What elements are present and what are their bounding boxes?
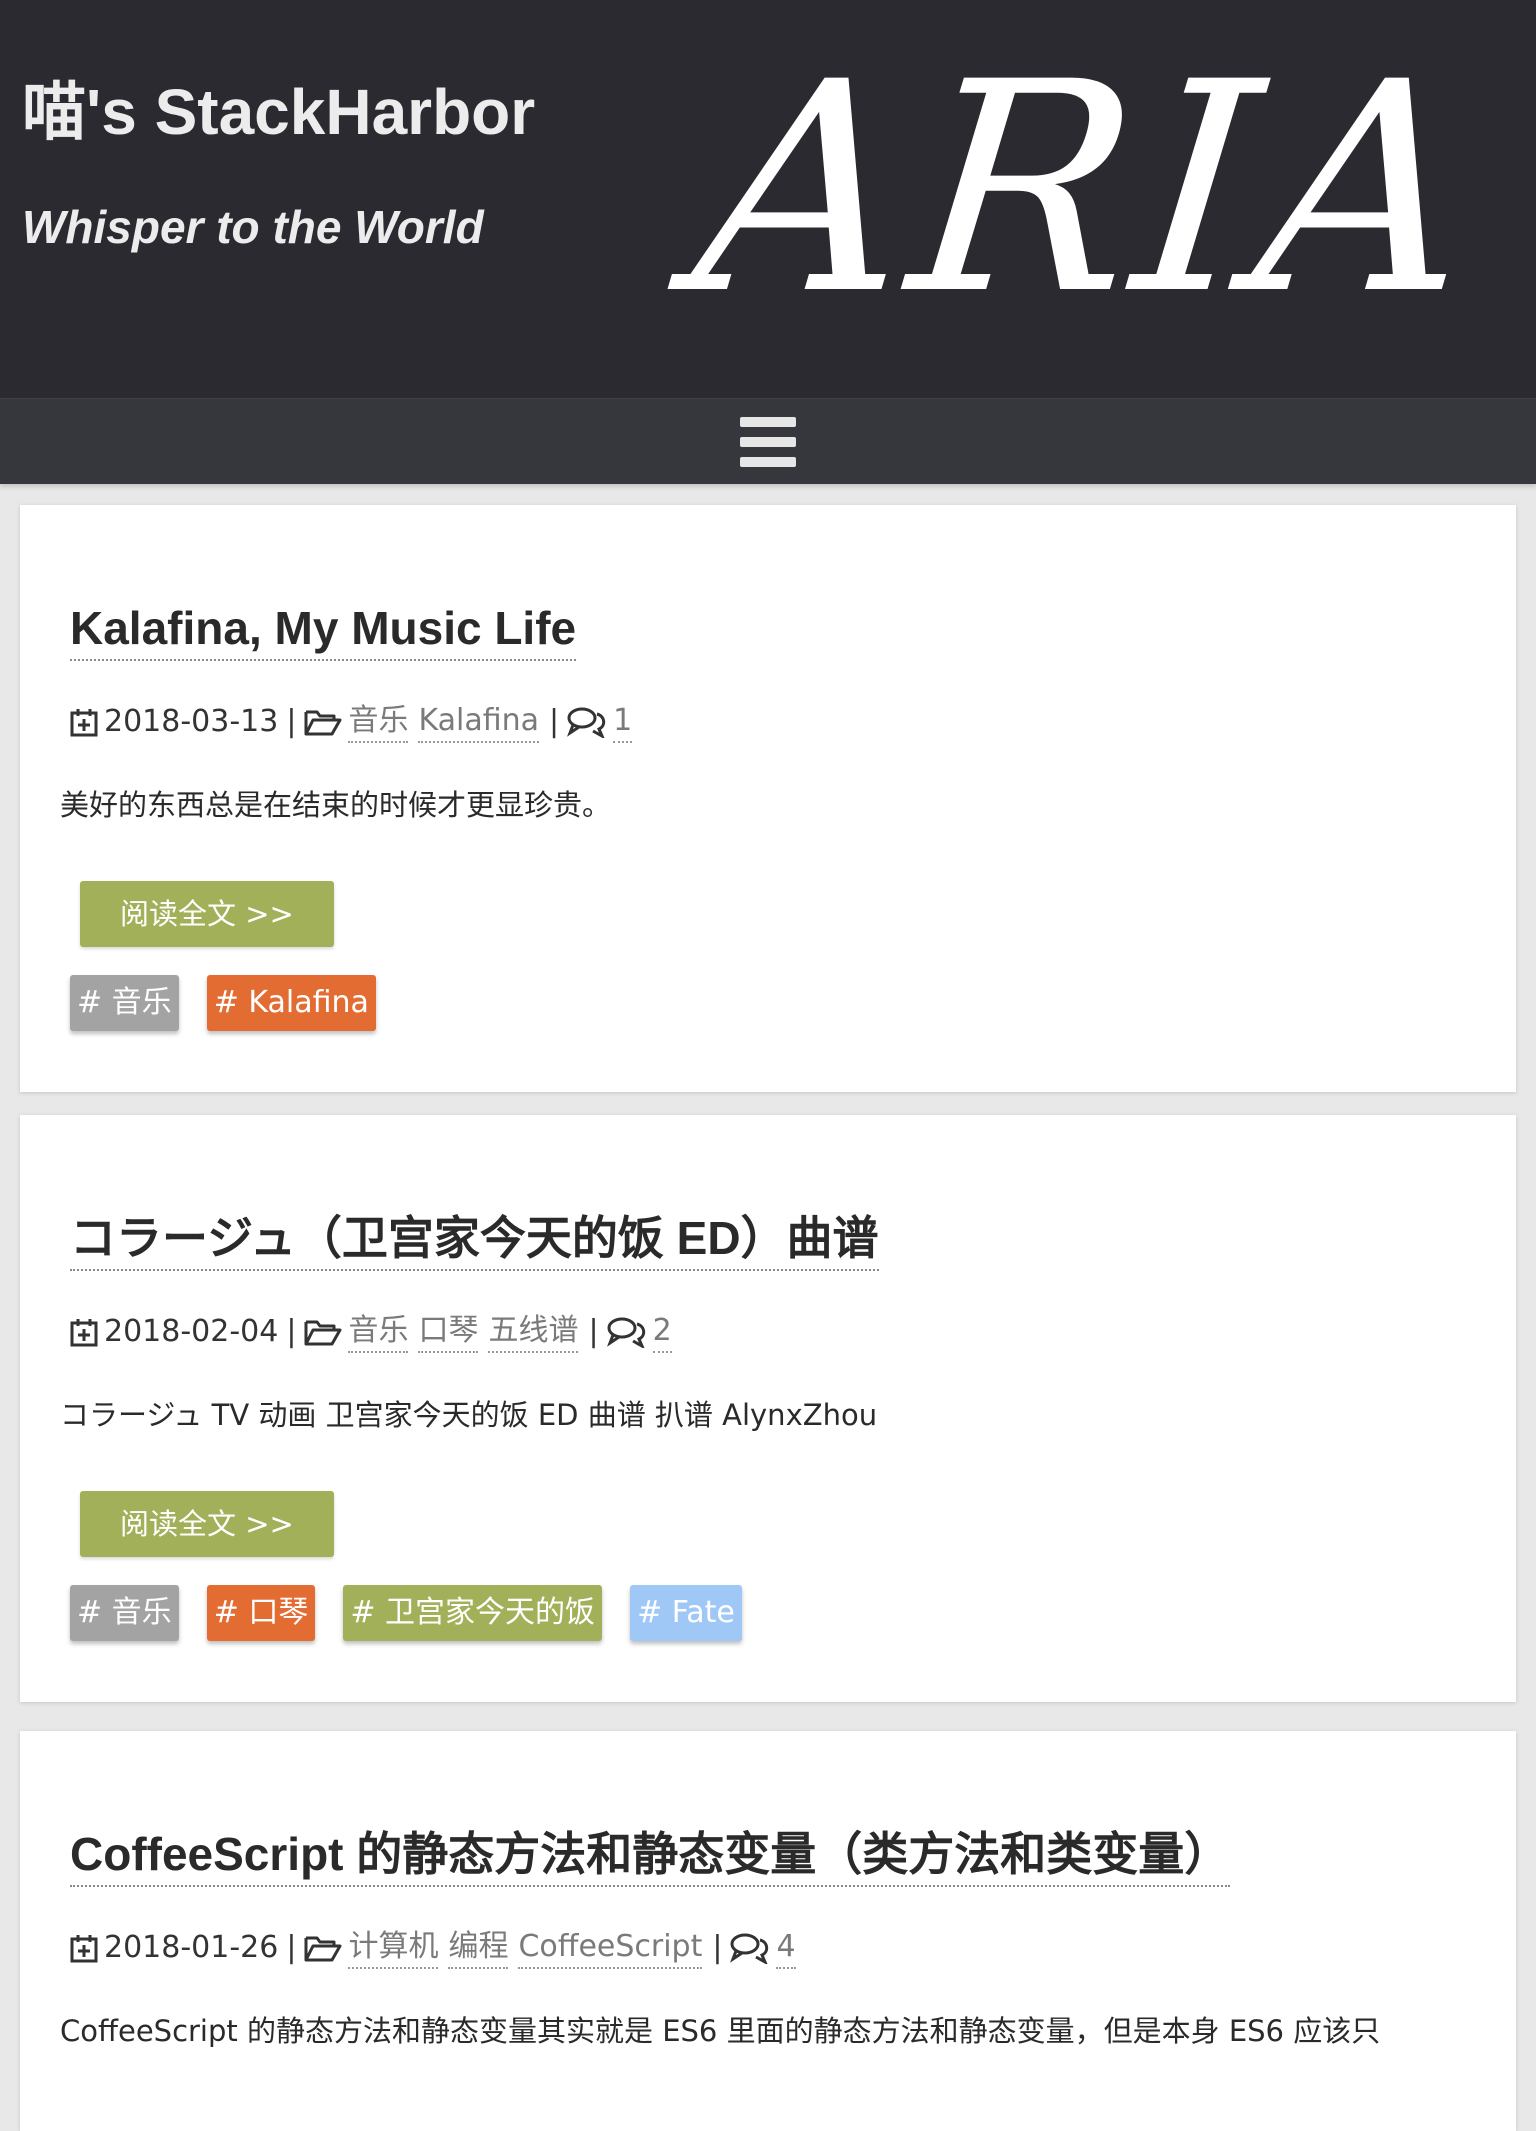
calendar-icon [70,707,98,737]
comment-count-link[interactable]: 2 [652,1311,672,1353]
category-link[interactable]: 编程 [448,1927,509,1969]
folder-icon [304,1317,342,1347]
post-date: 2018-01-26 [104,1930,279,1965]
tag-list: # 音乐 # Kalafina [70,975,1516,1031]
tag-list: # 音乐 # 口琴 # 卫宫家今天的饭 # Fate [70,1585,1516,1641]
category-link[interactable]: 五线谱 [488,1311,579,1353]
post-card: Kalafina, My Music Life 2018-03-13 | 音乐 K… [20,505,1516,1092]
category-link[interactable]: 口琴 [418,1311,479,1353]
read-more-button[interactable]: 阅读全文 >> [80,881,334,947]
site-header: 喵's StackHarbor Whisper to the World ARI… [0,0,1536,398]
post-title[interactable]: Kalafina, My Music Life [70,599,577,661]
category-link[interactable]: Kalafina [418,701,540,743]
header-logo: ARIA [682,21,1494,358]
post-card: CoffeeScript 的静态方法和静态变量（类方法和类变量） 2018-01… [20,1731,1516,2131]
comments-icon [567,706,607,738]
post-date: 2018-03-13 [104,704,279,739]
hamburger-menu-icon[interactable] [740,416,796,467]
comment-count-link[interactable]: 4 [776,1927,796,1969]
site-subtitle: Whisper to the World [22,201,484,253]
post-meta: 2018-01-26 | 计算机 编程 CoffeeScript | 4 [70,1927,1516,1969]
comment-count-link[interactable]: 1 [613,701,633,743]
tag-badge[interactable]: # Kalafina [206,975,376,1031]
read-more-button[interactable]: 阅读全文 >> [80,1491,334,1557]
post-date: 2018-02-04 [104,1314,279,1349]
navbar [0,398,1536,484]
calendar-icon [70,1317,98,1347]
tag-badge[interactable]: # 音乐 [70,1585,179,1641]
folder-icon [304,1933,342,1963]
post-excerpt: CoffeeScript 的静态方法和静态变量其实就是 ES6 里面的静态方法和… [60,2014,1381,2048]
category-link[interactable]: CoffeeScript [518,1927,703,1969]
category-link[interactable]: 音乐 [348,701,409,743]
tag-badge[interactable]: # 口琴 [206,1585,316,1641]
folder-icon [304,707,342,737]
tag-badge[interactable]: # 卫宫家今天的饭 [343,1585,603,1641]
calendar-icon [70,1933,98,1963]
post-excerpt: コラージュ TV 动画 卫宫家今天的饭 ED 曲谱 扒谱 AlynxZhou [60,1398,878,1432]
post-excerpt: 美好的东西总是在结束的时候才更显珍贵。 [60,788,612,822]
category-link[interactable]: 音乐 [348,1311,409,1353]
post-card: コラージュ（卫宫家今天的饭 ED）曲谱 2018-02-04 | 音乐 口琴 五线谱… [20,1115,1516,1702]
tag-badge[interactable]: # 音乐 [70,975,179,1031]
post-meta: 2018-02-04 | 音乐 口琴 五线谱 | 2 [70,1311,1516,1353]
comments-icon [730,1932,770,1964]
comments-icon [606,1316,647,1348]
post-title[interactable]: CoffeeScript 的静态方法和静态变量（类方法和类变量） [70,1825,1231,1887]
post-meta: 2018-03-13 | 音乐 Kalafina | 1 [70,701,1516,743]
post-title[interactable]: コラージュ（卫宫家今天的饭 ED）曲谱 [70,1209,879,1271]
site-title[interactable]: 喵's StackHarbor [22,72,535,152]
category-link[interactable]: 计算机 [348,1927,439,1969]
tag-badge[interactable]: # Fate [630,1585,742,1641]
